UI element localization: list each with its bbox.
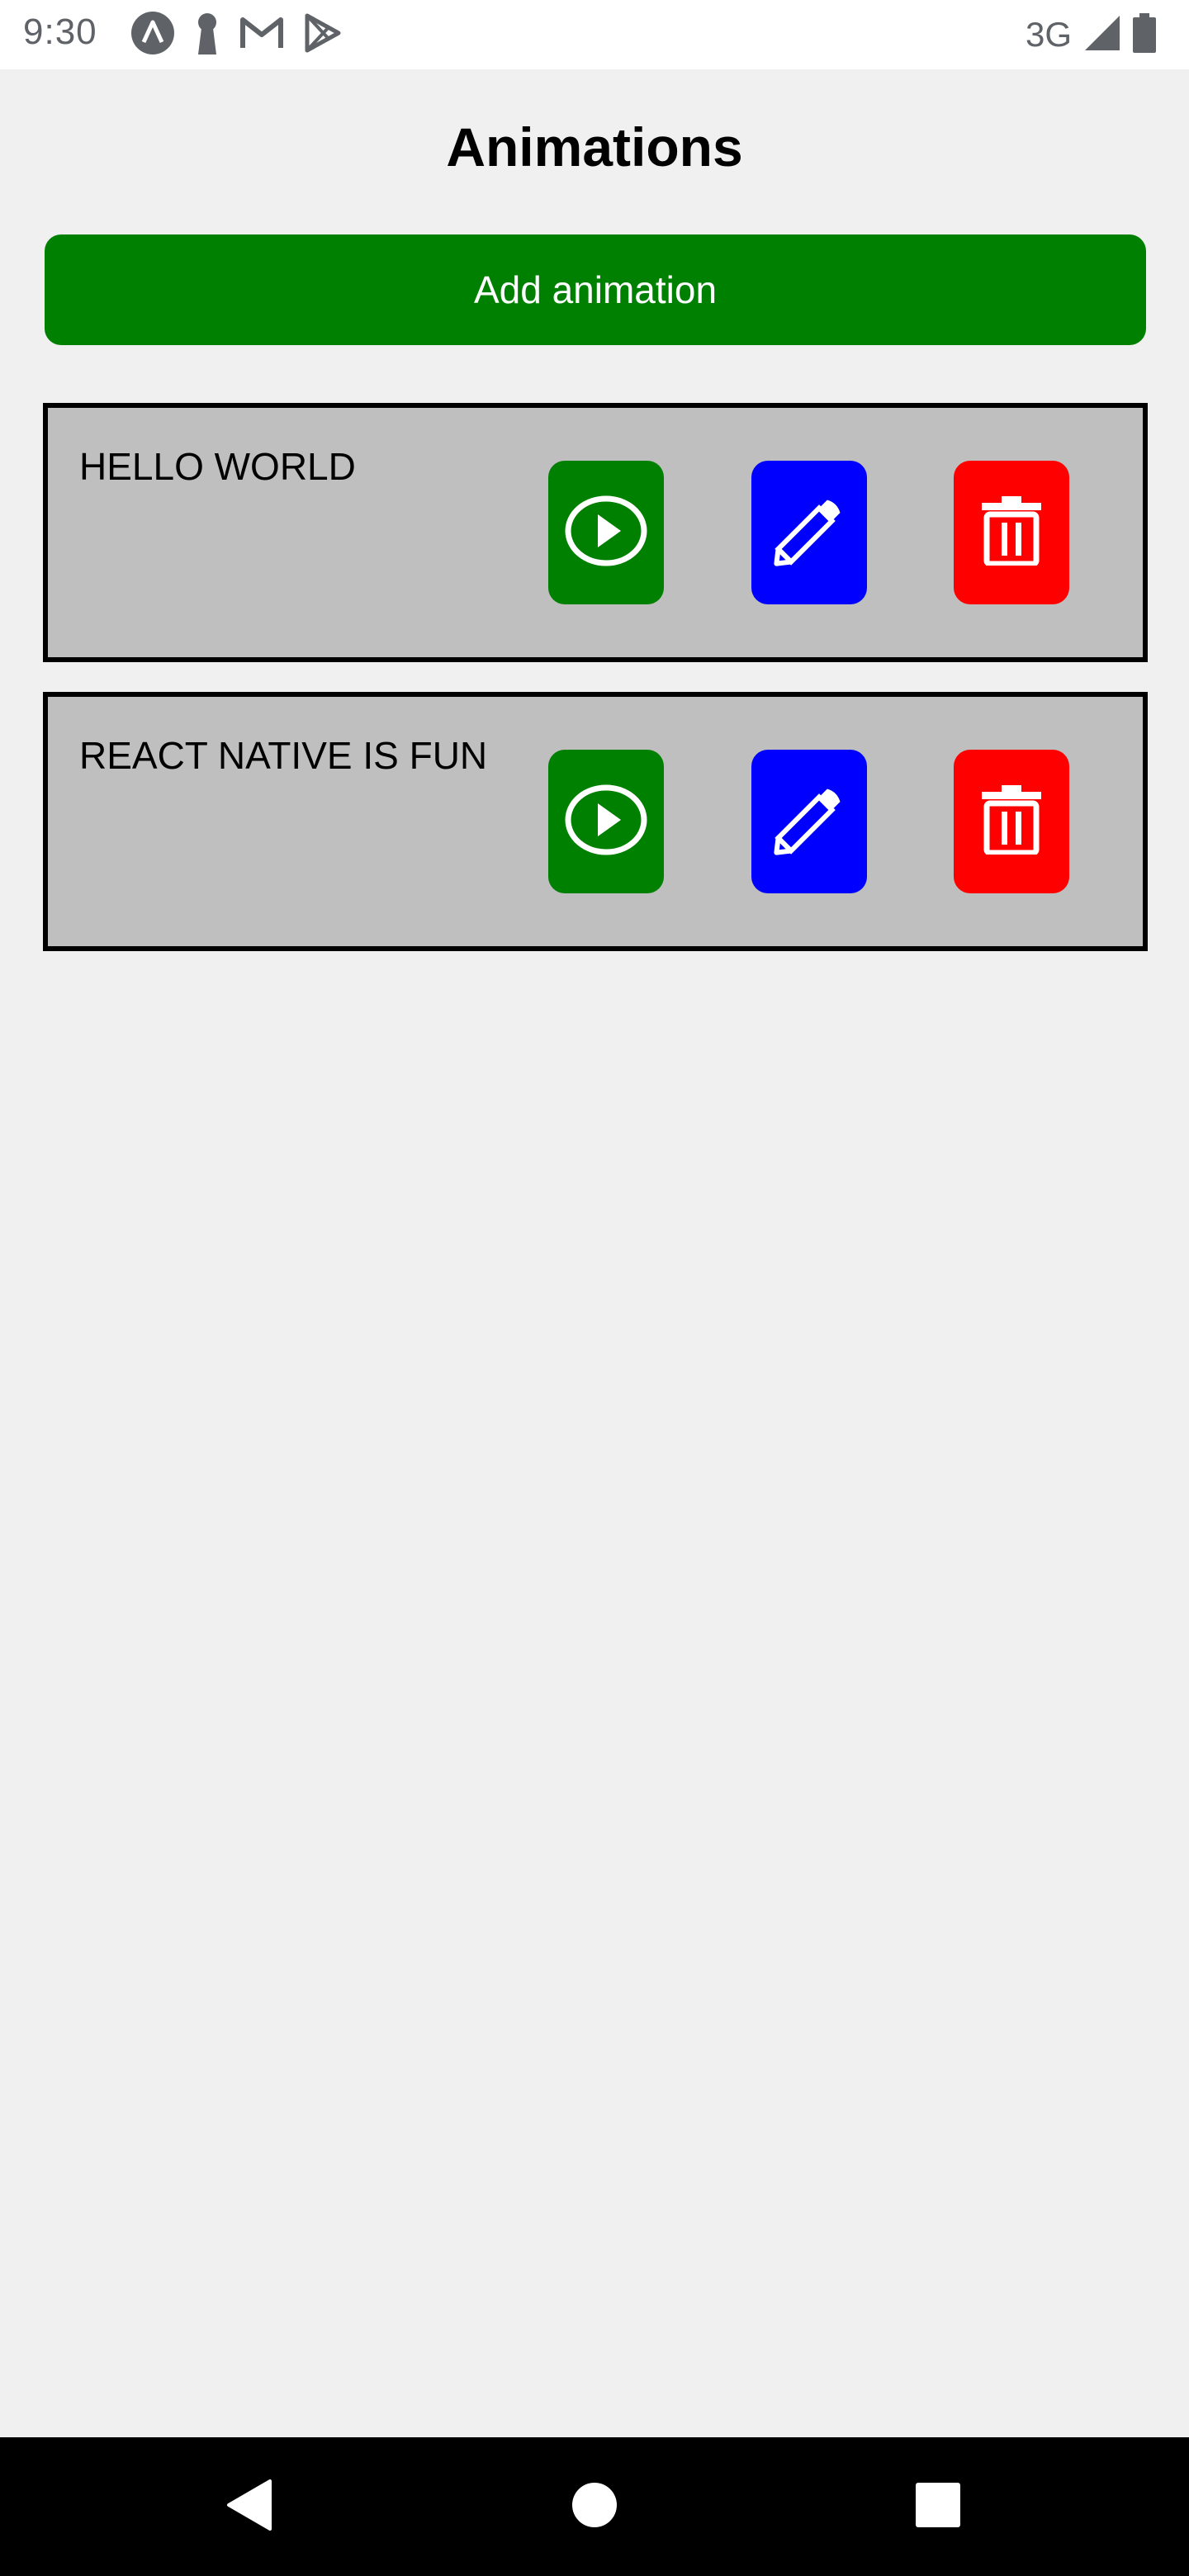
trash-icon xyxy=(978,495,1045,570)
animation-text: REACT NATIVE IS FUN xyxy=(79,734,488,777)
page-title: Animations xyxy=(446,116,743,178)
home-icon xyxy=(571,2482,618,2532)
animation-text: HELLO WORLD xyxy=(79,445,356,488)
edit-button[interactable] xyxy=(751,461,867,604)
add-animation-label: Add animation xyxy=(473,268,718,311)
play-button[interactable] xyxy=(548,750,664,893)
system-icons: 3G xyxy=(1025,12,1156,57)
delete-button[interactable] xyxy=(954,750,1069,893)
edit-button[interactable] xyxy=(751,750,867,893)
animation-card: REACT NATIVE IS FUN xyxy=(43,692,1148,951)
status-time: 9:30 xyxy=(23,12,97,52)
back-button[interactable] xyxy=(208,2465,291,2548)
notification-icons xyxy=(130,11,343,59)
battery-icon xyxy=(1133,12,1156,57)
recents-button[interactable] xyxy=(897,2465,979,2548)
network-type: 3G xyxy=(1025,15,1072,54)
animation-card: HELLO WORLD xyxy=(43,403,1148,662)
gmail-icon xyxy=(239,15,284,55)
play-store-icon xyxy=(302,12,343,58)
back-icon xyxy=(225,2479,273,2535)
play-circle-icon xyxy=(563,494,649,572)
signal-icon xyxy=(1083,14,1121,56)
recents-icon xyxy=(915,2482,961,2532)
home-button[interactable] xyxy=(553,2465,636,2548)
navigation-bar xyxy=(0,2437,1189,2576)
pencil-icon xyxy=(768,490,850,576)
play-button[interactable] xyxy=(548,461,664,604)
a-logo-icon xyxy=(130,11,175,59)
trash-icon xyxy=(978,784,1045,859)
status-bar: 9:30 3G xyxy=(0,0,1189,69)
pencil-icon xyxy=(768,779,850,865)
keyhole-icon xyxy=(193,12,221,59)
add-animation-button[interactable]: Add animation xyxy=(45,234,1146,345)
delete-button[interactable] xyxy=(954,461,1069,604)
play-circle-icon xyxy=(563,783,649,861)
